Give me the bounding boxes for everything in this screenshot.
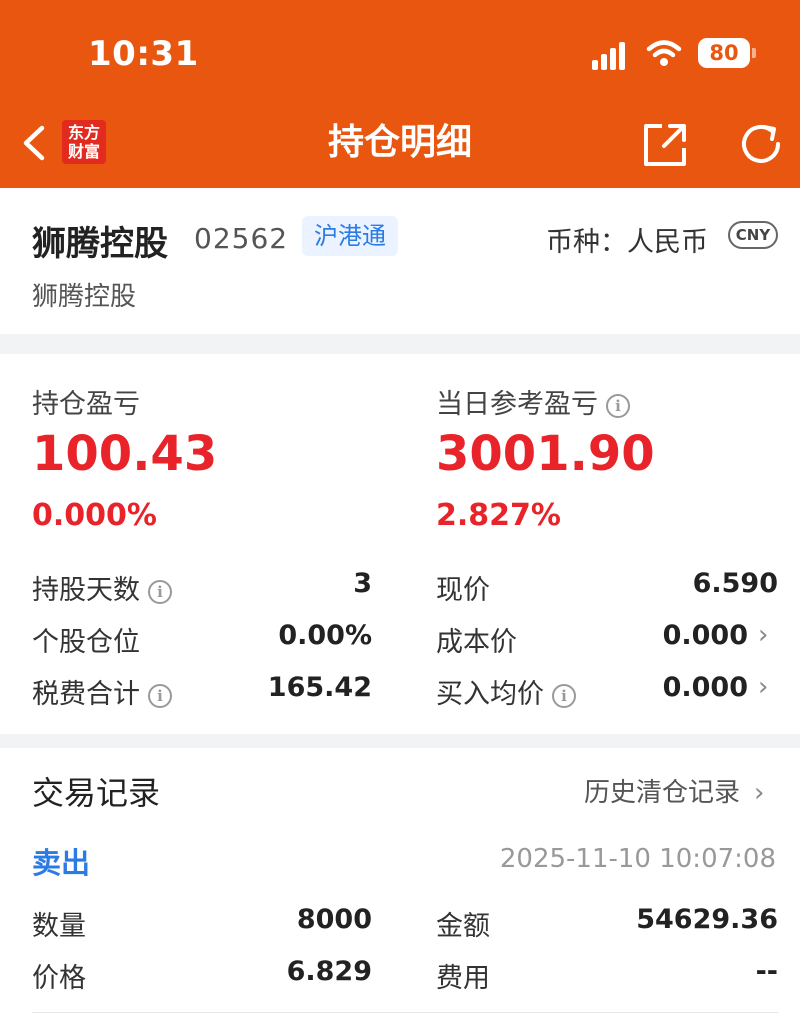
trade-qty-label: 数量: [32, 911, 86, 942]
holding-days-label-wrap: 持股天数 i: [32, 568, 172, 607]
section-divider: [0, 334, 800, 354]
current-price-label: 现价: [436, 575, 490, 606]
signal-icon: [592, 40, 632, 70]
tax-fee-label-wrap: 税费合计 i: [32, 672, 172, 711]
trade-fee-label: 费用: [436, 963, 490, 994]
position-pnl-label: 持仓盈亏: [32, 389, 140, 420]
trade-records-title: 交易记录: [32, 774, 161, 812]
market-badge: 沪港通: [302, 216, 398, 256]
trade-price-label: 价格: [32, 963, 86, 994]
daily-pnl-label: 当日参考盈亏: [436, 389, 598, 420]
trade-datetime: 2025-11-10 10:07:08: [499, 844, 776, 874]
chevron-right-icon[interactable]: ›: [754, 778, 764, 808]
history-clear-label[interactable]: 历史清仓记录: [584, 778, 740, 808]
refresh-icon[interactable]: [736, 118, 788, 170]
info-icon[interactable]: i: [148, 579, 172, 604]
chevron-right-icon[interactable]: ›: [758, 620, 768, 650]
info-icon[interactable]: i: [148, 683, 172, 708]
position-pnl-pct: 0.000%: [32, 498, 157, 533]
stock-sub-name: 狮腾控股: [32, 282, 137, 312]
row-divider: [32, 1012, 778, 1013]
info-icon[interactable]: i: [606, 393, 630, 418]
position-pnl-value: 100.43: [32, 426, 218, 482]
status-time: 10:31: [88, 34, 199, 74]
daily-pnl-pct: 2.827%: [436, 498, 561, 533]
trade-type: 卖出: [32, 846, 91, 880]
currency-code-badge: CNY: [728, 221, 778, 249]
stock-info-section: 狮腾控股 02562 沪港通 币种：人民币 CNY 狮腾控股: [0, 188, 800, 334]
stock-code: 02562: [194, 222, 289, 255]
daily-pnl-value: 3001.90: [436, 426, 655, 482]
trade-amount-label: 金额: [436, 911, 490, 942]
cost-price-label[interactable]: 成本价: [436, 620, 517, 659]
tax-fee-value: 165.42: [267, 672, 372, 703]
position-section: 持仓盈亏 100.43 0.000% 当日参考盈亏 i 3001.90 2.827…: [0, 354, 800, 734]
wifi-icon: [646, 40, 682, 66]
battery-tip: [752, 48, 756, 58]
trade-price-value: 6.829: [286, 956, 372, 987]
daily-pnl-label-wrap: 当日参考盈亏 i: [436, 382, 630, 421]
position-ratio-value: 0.00%: [278, 620, 372, 651]
cost-price-value[interactable]: 0.000: [663, 620, 748, 651]
info-icon[interactable]: i: [552, 683, 576, 708]
chevron-right-icon[interactable]: ›: [758, 672, 768, 702]
history-clear-link[interactable]: 历史清仓记录 ›: [584, 772, 764, 809]
position-ratio-label: 个股仓位: [32, 627, 140, 658]
trade-records-section: 交易记录 历史清仓记录 › 卖出 2025-11-10 10:07:08 数量 8…: [0, 748, 800, 1024]
stock-name: 狮腾控股: [32, 224, 168, 264]
app-header: 10:31 80 东方 财富 持仓明细: [0, 0, 800, 188]
share-icon[interactable]: [640, 118, 692, 170]
current-price-value: 6.590: [692, 568, 778, 599]
holding-days-label: 持股天数: [32, 575, 140, 606]
currency-label: 币种：人民币: [546, 227, 708, 258]
trade-qty-value: 8000: [296, 904, 372, 935]
avg-buy-price-label-wrap[interactable]: 买入均价 i: [436, 672, 576, 711]
avg-buy-price-label: 买入均价: [436, 679, 544, 710]
battery-icon: 80: [698, 38, 750, 68]
tax-fee-label: 税费合计: [32, 679, 140, 710]
trade-amount-value: 54629.36: [636, 904, 778, 935]
avg-buy-price-value[interactable]: 0.000: [663, 672, 748, 703]
section-divider: [0, 734, 800, 748]
holding-days-value: 3: [353, 568, 372, 599]
trade-fee-value: --: [755, 956, 778, 987]
